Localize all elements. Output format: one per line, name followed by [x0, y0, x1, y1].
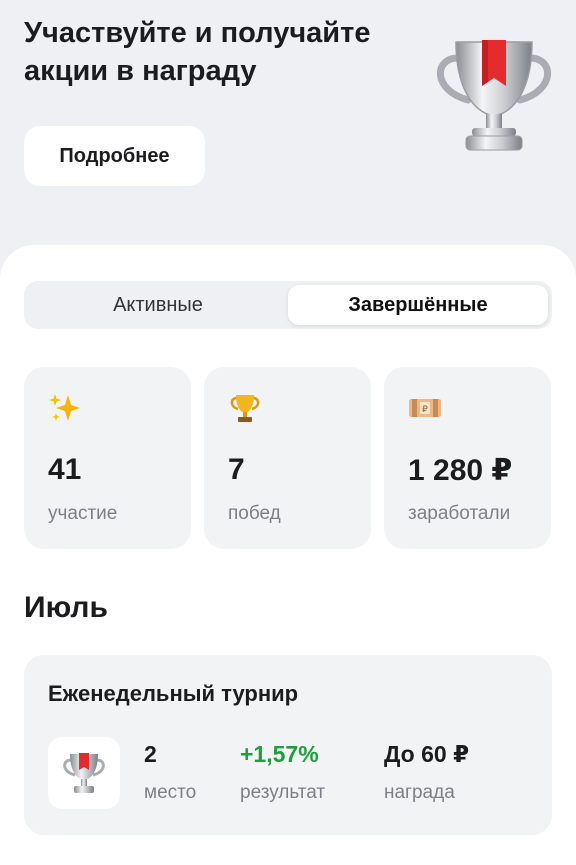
stat-label: участие	[48, 503, 118, 524]
svg-text:₽: ₽	[422, 405, 428, 415]
place-value: 2	[144, 741, 157, 767]
stat-value: 41	[48, 453, 82, 486]
money-icon: ₽	[409, 399, 441, 417]
result-label: результат	[240, 782, 326, 803]
tournament-icon-box	[48, 737, 120, 809]
sparkles-icon	[49, 394, 80, 421]
silver-trophy-icon	[63, 753, 105, 793]
tournament-title: Еженедельный турнир	[48, 681, 299, 706]
content-sheet: Активные Завершённые 41 участие 7 побед …	[0, 245, 576, 865]
tab-completed[interactable]: Завершённые	[288, 285, 548, 325]
stat-label: побед	[228, 503, 281, 524]
trophy-icon	[230, 395, 260, 422]
stat-value: 1 280 ₽	[408, 454, 513, 487]
tournament-card[interactable]: Еженедельный турнир 2 место +1,57% резул…	[24, 655, 552, 835]
hero-banner: Участвуйте и получайте акции в награду П…	[0, 0, 576, 250]
stat-card-wins: 7 побед	[204, 367, 371, 549]
tab-active[interactable]: Активные	[28, 285, 288, 325]
stat-value: 7	[228, 453, 245, 486]
result-value: +1,57%	[240, 741, 319, 767]
segmented-control: Активные Завершённые	[24, 281, 552, 329]
reward-value: До 60 ₽	[384, 741, 470, 767]
month-heading: Июль	[24, 591, 108, 624]
reward-label: награда	[384, 782, 455, 803]
silver-trophy-with-red-ribbon-icon	[437, 40, 551, 151]
stat-card-earned: ₽ 1 280 ₽ заработали	[384, 367, 551, 549]
hero-title: Участвуйте и получайте акции в награду	[24, 17, 371, 87]
result-metric: +1,57% результат	[240, 741, 325, 804]
place-label: место	[144, 782, 197, 803]
more-button[interactable]: Подробнее	[24, 126, 205, 186]
stat-card-participation: 41 участие	[24, 367, 191, 549]
reward-metric: До 60 ₽ награда	[384, 741, 469, 804]
place-metric: 2 место	[144, 741, 196, 804]
stat-label: заработали	[408, 503, 511, 524]
